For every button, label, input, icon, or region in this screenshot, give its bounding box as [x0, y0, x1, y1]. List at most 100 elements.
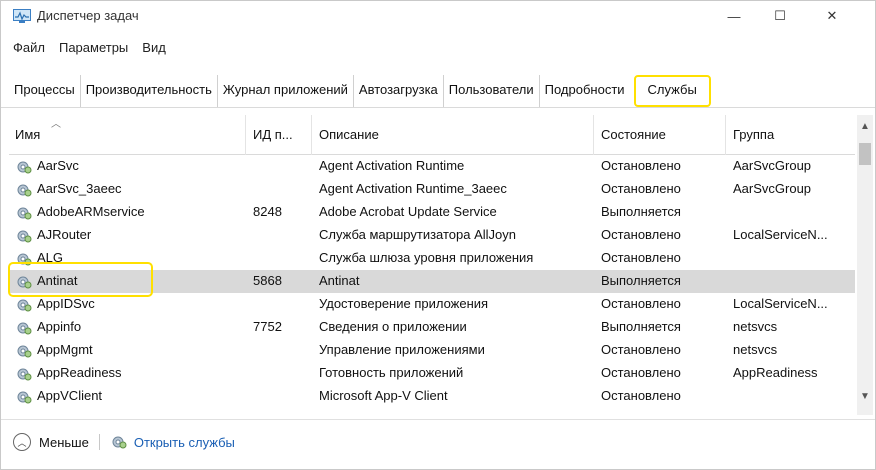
service-status: Остановлено	[601, 296, 681, 311]
table-row[interactable]: AppVClient Microsoft App-V Client Остановл…	[9, 385, 855, 408]
service-status: Выполняется	[601, 204, 681, 219]
fewer-details-link[interactable]: Меньше	[39, 435, 89, 450]
service-pid: 8248	[253, 204, 282, 219]
table-row[interactable]: AppReadiness Готовность приложений Останов…	[9, 362, 855, 385]
service-description: Adobe Acrobat Update Service	[319, 204, 497, 219]
menu-options[interactable]: Параметры	[53, 37, 136, 59]
table-row[interactable]: AarSvc Agent Activation Runtime Остановлен…	[9, 155, 855, 178]
footer-bar: ︿ Меньше Открыть службы	[13, 431, 235, 453]
footer-divider	[1, 419, 875, 420]
close-button[interactable]: ✕	[809, 1, 855, 31]
gear-icon	[15, 366, 33, 382]
column-divider[interactable]	[725, 115, 726, 155]
table-row[interactable]: AarSvc_3aeec Agent Activation Runtime_3ae…	[9, 178, 855, 201]
gear-icon	[15, 159, 33, 175]
scroll-down-arrow-icon[interactable]: ▼	[857, 391, 873, 405]
service-group: netsvcs	[733, 342, 778, 357]
tab-performance[interactable]: Производительность	[81, 75, 218, 107]
gear-icon	[112, 436, 127, 449]
service-status: Остановлено	[601, 342, 681, 357]
service-description: Antinat	[319, 273, 360, 288]
service-name: AppVClient	[37, 388, 103, 403]
maximize-icon: ☐	[774, 8, 786, 23]
service-description: Служба маршрутизатора AllJoyn	[319, 227, 516, 242]
gear-icon	[15, 297, 33, 313]
service-name: Appinfo	[37, 319, 82, 334]
service-group: netsvcs	[733, 319, 778, 334]
column-header-name[interactable]: Имя	[15, 127, 40, 142]
sort-ascending-icon: ︿	[51, 119, 61, 130]
service-description: Agent Activation Runtime	[319, 158, 465, 173]
tab-users[interactable]: Пользователи	[444, 75, 540, 107]
tab-processes[interactable]: Процессы	[9, 75, 81, 107]
gear-icon	[15, 343, 33, 359]
service-description: Agent Activation Runtime_3aeec	[319, 181, 507, 196]
service-status: Остановлено	[601, 250, 681, 265]
tab-strip: Процессы Производительность Журнал прило…	[9, 75, 711, 107]
service-description: Служба шлюза уровня приложения	[319, 250, 534, 265]
scroll-up-arrow-icon[interactable]: ▲	[857, 121, 873, 135]
column-header-group[interactable]: Группа	[733, 127, 774, 142]
column-divider[interactable]	[245, 115, 246, 155]
close-icon: ✕	[826, 8, 838, 23]
chevron-up-circle-icon[interactable]: ︿	[13, 433, 31, 451]
gear-icon	[15, 205, 33, 221]
tab-startup[interactable]: Автозагрузка	[354, 75, 444, 107]
service-description: Microsoft App-V Client	[319, 388, 448, 403]
service-name: AppIDSvc	[37, 296, 95, 311]
table-row[interactable]: AJRouter Служба маршрутизатора AllJoyn Ост…	[9, 224, 855, 247]
service-status: Остановлено	[601, 158, 681, 173]
table-row[interactable]: Appinfo 7752 Сведения о приложении Выполняе…	[9, 316, 855, 339]
title-bar: Диспетчер задач — ☐ ✕	[1, 1, 875, 31]
service-description: Сведения о приложении	[319, 319, 467, 334]
service-name: AarSvc	[37, 158, 79, 173]
table-row[interactable]: AppMgmt Управление приложениями Остановлен…	[9, 339, 855, 362]
gear-icon	[15, 182, 33, 198]
service-pid: 7752	[253, 319, 282, 334]
service-pid: 5868	[253, 273, 282, 288]
footer-separator	[98, 434, 100, 450]
minimize-button[interactable]: —	[711, 1, 757, 31]
menu-view[interactable]: Вид	[136, 37, 174, 59]
service-description: Готовность приложений	[319, 365, 464, 380]
gear-icon	[15, 389, 33, 405]
service-description: Управление приложениями	[319, 342, 485, 357]
menu-file[interactable]: Файл	[1, 37, 53, 59]
column-header-status[interactable]: Состояние	[601, 127, 666, 142]
table-row[interactable]: AdobeARMservice 8248 Adobe Acrobat Update …	[9, 201, 855, 224]
task-manager-icon	[13, 9, 31, 23]
service-name: AppMgmt	[37, 342, 93, 357]
column-header-description[interactable]: Описание	[319, 127, 379, 142]
tab-details[interactable]: Подробности	[540, 75, 630, 107]
menu-bar: Файл Параметры Вид	[1, 37, 174, 59]
service-group: LocalServiceN...	[733, 227, 828, 242]
service-status: Остановлено	[601, 227, 681, 242]
service-status: Остановлено	[601, 365, 681, 380]
gear-icon	[15, 320, 33, 336]
service-status: Выполняется	[601, 319, 681, 334]
minimize-icon: —	[727, 8, 741, 24]
open-services-link[interactable]: Открыть службы	[134, 435, 235, 450]
task-manager-window: Диспетчер задач — ☐ ✕ Файл Параметры Вид…	[0, 0, 876, 470]
service-name: AarSvc_3aeec	[37, 181, 122, 196]
column-header-pid[interactable]: ИД п...	[253, 127, 293, 142]
vertical-scrollbar[interactable]: ▲ ▼	[857, 115, 873, 415]
tab-services[interactable]: Службы	[633, 75, 711, 107]
service-description: Удостоверение приложения	[319, 296, 489, 311]
scrollbar-thumb[interactable]	[859, 143, 871, 165]
service-group: LocalServiceN...	[733, 296, 828, 311]
service-status: Остановлено	[601, 181, 681, 196]
service-group: AarSvcGroup	[733, 158, 812, 173]
service-group: AarSvcGroup	[733, 181, 812, 196]
table-header: ︿ Имя ИД п... Описание Состояние Группа	[9, 115, 855, 155]
window-title: Диспетчер задач	[37, 8, 139, 23]
service-name: AppReadiness	[37, 365, 122, 380]
tab-app-history[interactable]: Журнал приложений	[218, 75, 354, 107]
column-divider[interactable]	[593, 115, 594, 155]
column-divider[interactable]	[311, 115, 312, 155]
service-name: AdobeARMservice	[37, 204, 145, 219]
service-name: AJRouter	[37, 227, 92, 242]
maximize-button[interactable]: ☐	[757, 1, 803, 31]
service-group: AppReadiness	[733, 365, 818, 380]
tabs-divider	[1, 107, 875, 108]
